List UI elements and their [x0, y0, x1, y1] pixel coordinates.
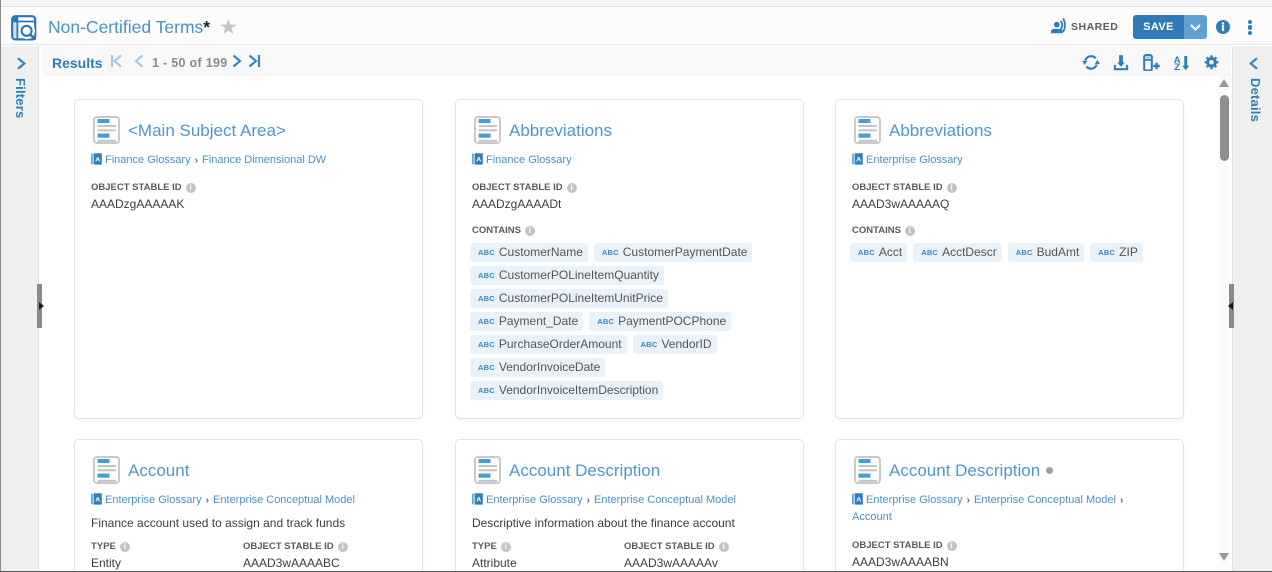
svg-text:A: A [476, 156, 481, 163]
svg-text:A: A [856, 156, 861, 163]
svg-text:A: A [95, 156, 100, 163]
svg-text:A: A [476, 496, 481, 503]
svg-text:A: A [95, 496, 100, 503]
svg-text:Z: Z [1174, 62, 1180, 71]
svg-text:A: A [856, 496, 861, 503]
